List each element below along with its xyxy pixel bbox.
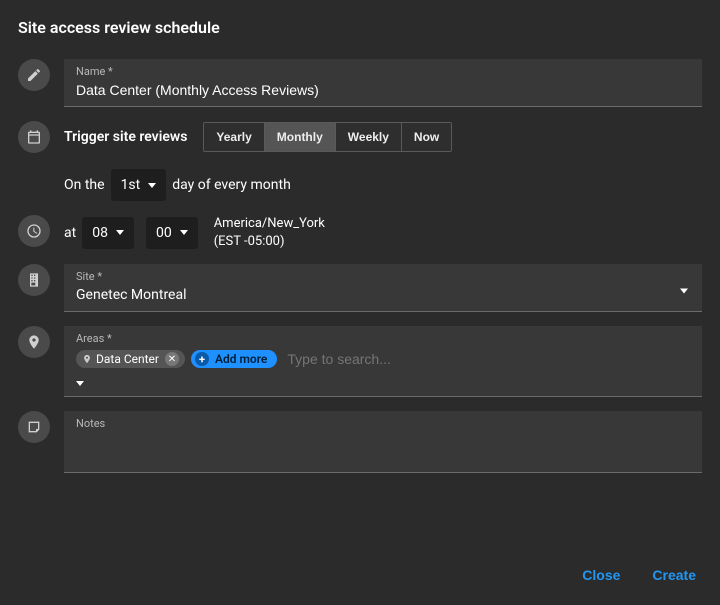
dialog: Site access review schedule Name * Trigg… [0, 0, 720, 605]
chevron-down-icon [76, 381, 84, 386]
name-input[interactable] [76, 80, 690, 100]
row-name: Name * [18, 59, 702, 107]
on-the-label: On the [64, 169, 105, 201]
day-select[interactable]: 1st [111, 169, 167, 201]
row-areas: Areas * Data Center ✕ + Add more [18, 326, 702, 397]
day-suffix: day of every month [172, 169, 291, 201]
dialog-footer: Close Create [18, 545, 702, 605]
trigger-label: Trigger site reviews [64, 121, 187, 153]
calendar-icon [18, 121, 50, 153]
plus-icon: + [195, 352, 209, 366]
minute-value: 00 [156, 225, 172, 241]
site-value: Genetec Montreal [76, 285, 690, 305]
timezone: America/New_York (EST -05:00) [214, 215, 325, 250]
clock-icon [18, 215, 50, 247]
trigger-weekly[interactable]: Weekly [336, 123, 402, 151]
timezone-line1: America/New_York [214, 215, 325, 233]
trigger-segmented: Yearly Monthly Weekly Now [203, 122, 452, 152]
close-button[interactable]: Close [578, 561, 624, 589]
site-label: Site * [76, 270, 690, 283]
trigger-monthly[interactable]: Monthly [265, 123, 336, 151]
hour-value: 08 [92, 225, 108, 241]
pin-icon [18, 326, 50, 358]
chevron-down-icon [116, 230, 124, 235]
hour-select[interactable]: 08 [82, 217, 134, 249]
site-field[interactable]: Site * Genetec Montreal [64, 264, 702, 312]
notes-label: Notes [76, 417, 690, 430]
areas-label: Areas * [76, 332, 690, 345]
trigger-now[interactable]: Now [402, 123, 451, 151]
day-value: 1st [121, 177, 141, 193]
add-more-button[interactable]: + Add more [191, 350, 277, 368]
chevron-down-icon [180, 230, 188, 235]
minute-select[interactable]: 00 [146, 217, 198, 249]
area-chip: Data Center ✕ [76, 350, 185, 368]
note-icon [18, 411, 50, 443]
trigger-yearly[interactable]: Yearly [204, 123, 264, 151]
row-time: at 08 00 America/New_York (EST -05:00) [18, 215, 702, 250]
add-more-label: Add more [215, 352, 267, 366]
areas-search-input[interactable] [283, 349, 690, 369]
row-notes: Notes [18, 411, 702, 473]
create-button[interactable]: Create [648, 561, 700, 589]
area-chip-label: Data Center [96, 352, 159, 366]
chevron-down-icon [148, 183, 156, 188]
building-icon [18, 264, 50, 296]
at-label: at [64, 217, 76, 249]
name-field[interactable]: Name * [64, 59, 702, 107]
chevron-down-icon [680, 288, 688, 293]
timezone-line2: (EST -05:00) [214, 233, 325, 251]
areas-field[interactable]: Areas * Data Center ✕ + Add more [64, 326, 702, 397]
row-site: Site * Genetec Montreal [18, 264, 702, 312]
dialog-title: Site access review schedule [18, 18, 702, 37]
name-label: Name * [76, 65, 690, 78]
notes-field[interactable]: Notes [64, 411, 702, 473]
pencil-icon [18, 59, 50, 91]
remove-chip-icon[interactable]: ✕ [165, 352, 179, 366]
row-trigger: Trigger site reviews Yearly Monthly Week… [18, 121, 702, 201]
